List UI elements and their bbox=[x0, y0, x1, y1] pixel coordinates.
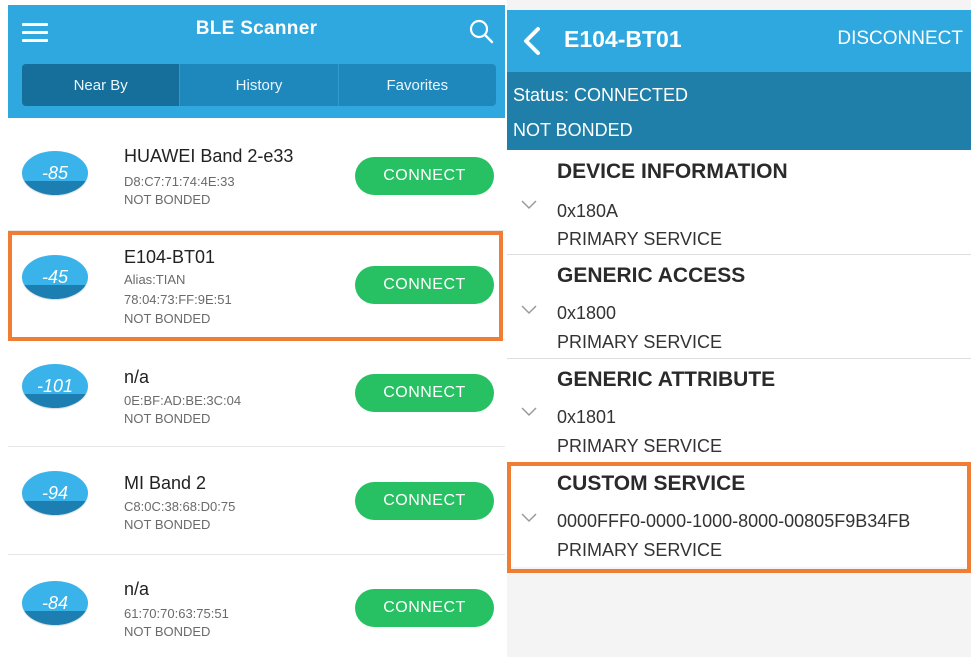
device-detail-screen: E104-BT01 DISCONNECT Status: CONNECTED N… bbox=[507, 0, 971, 657]
service-item[interactable]: DEVICE INFORMATION 0x180A PRIMARY SERVIC… bbox=[507, 150, 971, 254]
tab-history[interactable]: History bbox=[179, 64, 337, 106]
device-row[interactable]: -84 n/a 61:70:70:63:75:51 NOT BONDED CON… bbox=[8, 555, 505, 657]
rssi-badge: -45 bbox=[22, 255, 88, 299]
device-address: D8:C7:71:74:4E:33 bbox=[124, 174, 235, 189]
service-type: PRIMARY SERVICE bbox=[557, 229, 723, 249]
back-chevron-icon[interactable] bbox=[521, 26, 543, 56]
bond-state: NOT BONDED bbox=[124, 411, 211, 426]
bond-state: NOT BONDED bbox=[124, 624, 211, 639]
service-name: GENERIC ATTRIBUTE bbox=[557, 368, 776, 391]
detail-app-bar: E104-BT01 DISCONNECT bbox=[507, 10, 971, 72]
device-name: n/a bbox=[124, 367, 150, 387]
service-uuid: 0x180A bbox=[557, 201, 619, 221]
service-name: GENERIC ACCESS bbox=[557, 264, 746, 287]
scanner-tabs: Near By History Favorites bbox=[22, 64, 496, 106]
rssi-badge: -85 bbox=[22, 151, 88, 195]
bond-status: NOT BONDED bbox=[513, 120, 633, 140]
scanner-app-bar: BLE Scanner Near By History Favorites bbox=[8, 5, 505, 118]
service-name: CUSTOM SERVICE bbox=[557, 472, 746, 495]
service-name: DEVICE INFORMATION bbox=[557, 160, 788, 183]
service-uuid: 0x1800 bbox=[557, 303, 617, 323]
service-item[interactable]: CUSTOM SERVICE 0000FFF0-0000-1000-8000-0… bbox=[507, 463, 971, 567]
connect-button[interactable]: CONNECT bbox=[355, 589, 494, 627]
device-address: 78:04:73:FF:9E:51 bbox=[124, 292, 232, 307]
connect-button[interactable]: CONNECT bbox=[355, 266, 494, 304]
connection-status: Status: CONNECTED bbox=[513, 85, 689, 105]
service-item[interactable]: GENERIC ATTRIBUTE 0x1801 PRIMARY SERVICE bbox=[507, 359, 971, 463]
device-name: n/a bbox=[124, 579, 150, 599]
device-address: 0E:BF:AD:BE:3C:04 bbox=[124, 393, 242, 408]
device-row[interactable]: -101 n/a 0E:BF:AD:BE:3C:04 NOT BONDED CO… bbox=[8, 340, 505, 448]
connect-button[interactable]: CONNECT bbox=[355, 482, 494, 520]
scanner-screen: BLE Scanner Near By History Favorites -8… bbox=[0, 0, 505, 657]
rssi-badge: -84 bbox=[22, 581, 88, 625]
rssi-badge: -94 bbox=[22, 471, 88, 515]
chevron-down-icon[interactable] bbox=[521, 407, 537, 417]
service-uuid: 0x1801 bbox=[557, 407, 617, 427]
app-title: BLE Scanner bbox=[195, 18, 318, 39]
search-icon[interactable] bbox=[467, 17, 495, 45]
device-name: E104-BT01 bbox=[124, 247, 216, 267]
rssi-badge: -101 bbox=[22, 364, 88, 408]
tab-near-by[interactable]: Near By bbox=[22, 64, 180, 106]
device-address: C8:0C:38:68:D0:75 bbox=[124, 499, 236, 514]
service-type: PRIMARY SERVICE bbox=[557, 436, 723, 456]
chevron-down-icon[interactable] bbox=[521, 305, 537, 315]
bond-state: NOT BONDED bbox=[124, 192, 211, 207]
device-alias: Alias:TIAN bbox=[124, 272, 186, 287]
bond-state: NOT BONDED bbox=[124, 517, 211, 532]
device-row[interactable]: -45 E104-BT01 Alias:TIAN 78:04:73:FF:9E:… bbox=[8, 231, 505, 339]
disconnect-button[interactable]: DISCONNECT bbox=[837, 28, 963, 50]
chevron-down-icon[interactable] bbox=[521, 513, 537, 523]
service-uuid: 0000FFF0-0000-1000-8000-00805F9B34FB bbox=[557, 511, 911, 531]
device-name: HUAWEI Band 2-e33 bbox=[124, 146, 294, 166]
service-type: PRIMARY SERVICE bbox=[557, 332, 723, 352]
chevron-down-icon[interactable] bbox=[521, 200, 537, 210]
tab-favorites[interactable]: Favorites bbox=[337, 64, 496, 106]
service-type: PRIMARY SERVICE bbox=[557, 540, 723, 560]
connect-button[interactable]: CONNECT bbox=[355, 157, 494, 195]
service-item[interactable]: GENERIC ACCESS 0x1800 PRIMARY SERVICE bbox=[507, 255, 971, 359]
device-row[interactable]: -94 MI Band 2 C8:0C:38:68:D0:75 NOT BOND… bbox=[8, 447, 505, 555]
device-name: MI Band 2 bbox=[124, 473, 207, 493]
device-address: 61:70:70:63:75:51 bbox=[124, 606, 229, 621]
connect-button[interactable]: CONNECT bbox=[355, 374, 494, 412]
bond-state: NOT BONDED bbox=[124, 311, 211, 326]
device-title: E104-BT01 bbox=[564, 26, 682, 52]
connection-status-bar: Status: CONNECTED NOT BONDED bbox=[507, 72, 971, 150]
device-row[interactable]: -85 HUAWEI Band 2-e33 D8:C7:71:74:4E:33 … bbox=[8, 124, 505, 232]
